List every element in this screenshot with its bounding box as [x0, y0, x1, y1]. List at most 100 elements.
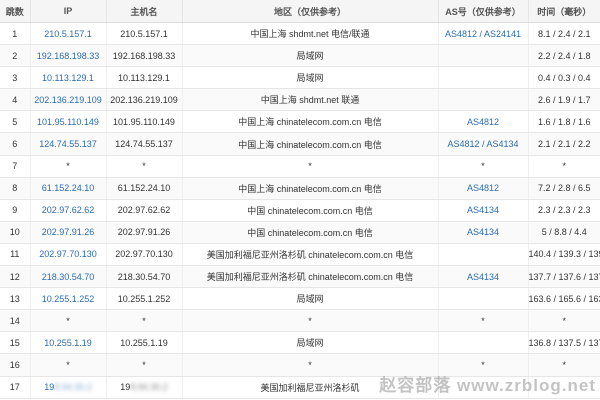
hop-cell: 2 — [0, 44, 31, 68]
asn-link[interactable]: AS4812 — [467, 117, 499, 127]
time-cell: 2.2 / 2.4 / 1.8 — [528, 44, 600, 68]
hop-cell: 4 — [0, 88, 31, 112]
header-asn: AS号（仅供参考） — [438, 0, 529, 23]
host-cell: 202.97.91.26 — [106, 221, 183, 244]
ip-link[interactable]: 202.97.62.62 — [30, 199, 107, 222]
asn-link[interactable]: AS4812 — [445, 29, 477, 39]
ip-link[interactable]: 124.74.55.137 — [30, 132, 107, 156]
asn-link: * — [481, 359, 485, 370]
host-cell: 192.168.198.33 — [106, 44, 183, 68]
region-cell: 中国上海 shdmt.net 联通 — [182, 88, 439, 112]
table-row: 1 210.5.157.1 210.5.157.1 中国上海 shdmt.net 电信… — [0, 22, 600, 46]
ip-link: * — [30, 309, 107, 333]
ip-link[interactable]: 61.152.24.10 — [30, 177, 107, 200]
ip-link[interactable]: 10.113.129.1 — [30, 66, 107, 90]
region-cell: 局域网 — [182, 287, 439, 311]
time-cell: 7.2 / 2.8 / 6.5 — [528, 177, 600, 200]
host-cell: 124.74.55.137 — [106, 132, 183, 156]
table-row: 10 202.97.91.26 202.97.91.26 中国 chinateleco… — [0, 221, 600, 244]
asn-cell — [438, 88, 529, 112]
header-ip: IP — [30, 0, 107, 23]
region-cell: 中国 chinatelecom.com.cn 电信 — [182, 221, 439, 244]
time-cell: 5 / 8.8 / 4.4 — [528, 221, 600, 244]
table-row: 14 * * * * * — [0, 309, 600, 333]
region-cell: 中国上海 shdmt.net 电信/联通 — [182, 22, 439, 46]
time-cell: * — [528, 309, 600, 333]
host-cell: 10.113.129.1 — [106, 66, 183, 90]
asn-link[interactable]: AS4134 — [467, 205, 499, 215]
header-host: 主机名 — [106, 0, 183, 23]
table-row: 4 202.136.219.109 202.136.219.109 中国上海 shdm… — [0, 88, 600, 112]
asn-cell: AS4134 — [438, 199, 529, 222]
time-cell: 140.4 / 139.3 / 139.4 — [528, 243, 600, 267]
asn-cell — [438, 331, 529, 355]
hop-cell: 14 — [0, 309, 31, 333]
asn-cell — [438, 44, 529, 68]
ip-link[interactable]: 202.97.70.130 — [30, 243, 107, 267]
region-cell: 美国加利福尼亚州洛杉矶 chinatelecom.com.cn 电信 — [182, 243, 439, 267]
asn-separator: / — [479, 139, 487, 150]
ip-link[interactable]: 101.95.110.149 — [30, 110, 107, 134]
table-row: 6 124.74.55.137 124.74.55.137 中国上海 chinatel… — [0, 132, 600, 156]
hop-cell: 7 — [0, 155, 31, 178]
table-row: 2 192.168.198.33 192.168.198.33 局域网 2.2 / 2.… — [0, 44, 600, 68]
host-cell: 202.97.62.62 — [106, 199, 183, 222]
asn-cell: AS4134 — [438, 265, 529, 289]
watermark: 赵容部落 www.zrblog.net — [379, 376, 596, 395]
time-cell: 163.6 / 165.6 / 163.7 — [528, 287, 600, 311]
asn-cell — [438, 287, 529, 311]
ip-link[interactable]: 10.255.1.19 — [30, 331, 107, 355]
host-cell: 202.97.70.130 — [106, 243, 183, 267]
hop-cell: 3 — [0, 66, 31, 90]
hop-cell: 17 — [0, 376, 31, 399]
region-cell: 局域网 — [182, 331, 439, 355]
ip-link[interactable]: 202.97.91.26 — [30, 221, 107, 244]
asn-link[interactable]: AS4134 — [467, 227, 499, 237]
asn-link[interactable]: AS4812 — [447, 139, 479, 149]
time-cell: 2.6 / 1.9 / 1.7 — [528, 88, 600, 112]
header-region: 地区（仅供参考） — [182, 0, 439, 23]
ip-link[interactable]: 192.168.198.33 — [30, 44, 107, 68]
asn-cell — [438, 66, 529, 90]
region-cell: 中国 chinatelecom.com.cn 电信 — [182, 199, 439, 222]
asn-cell: AS4134 — [438, 221, 529, 244]
ip-link[interactable]: 202.136.219.109 — [30, 88, 107, 112]
hop-cell: 1 — [0, 22, 31, 46]
region-cell: 中国上海 chinatelecom.com.cn 电信 — [182, 110, 439, 134]
ip-link[interactable]: 198.94.30.2 — [30, 376, 107, 399]
region-cell: 中国上海 chinatelecom.com.cn 电信 — [182, 177, 439, 200]
hop-cell: 6 — [0, 132, 31, 156]
table-row: 12 218.30.54.70 218.30.54.70 美国加利福尼亚州洛杉矶 ch… — [0, 265, 600, 289]
region-cell: * — [182, 155, 439, 178]
ip-link[interactable]: 10.255.1.252 — [30, 287, 107, 311]
host-cell: 202.136.219.109 — [106, 88, 183, 112]
hop-cell: 11 — [0, 243, 31, 267]
asn-cell: AS4812 — [438, 177, 529, 200]
table-row: 13 10.255.1.252 10.255.1.252 局域网 163.6 / 165… — [0, 287, 600, 311]
asn-cell: * — [438, 155, 529, 178]
hop-cell: 8 — [0, 177, 31, 200]
time-cell: 0.4 / 0.3 / 0.4 — [528, 66, 600, 90]
host-cell: 10.255.1.19 — [106, 331, 183, 355]
ip-link[interactable]: 210.5.157.1 — [30, 22, 107, 46]
time-cell: 2.3 / 2.3 / 2.3 — [528, 199, 600, 222]
table-header: 跳数 IP 主机名 地区（仅供参考） AS号（仅供参考） 时间（毫秒） — [0, 0, 600, 23]
asn-link[interactable]: AS4812 — [467, 183, 499, 193]
ip-link[interactable]: 218.30.54.70 — [30, 265, 107, 289]
asn-cell: AS4812 / AS24141 — [438, 22, 529, 46]
hop-cell: 15 — [0, 331, 31, 355]
asn-link[interactable]: AS24141 — [484, 29, 521, 39]
host-cell: 10.255.1.252 — [106, 287, 183, 311]
host-cell: 218.30.54.70 — [106, 265, 183, 289]
ip-link: * — [30, 155, 107, 178]
asn-cell: AS4812 — [438, 110, 529, 134]
asn-link[interactable]: AS4134 — [487, 139, 519, 149]
header-hop: 跳数 — [0, 0, 31, 23]
host-cell: * — [106, 353, 183, 377]
table-row: 8 61.152.24.10 61.152.24.10 中国上海 chinatelec… — [0, 177, 600, 200]
hop-cell: 9 — [0, 199, 31, 222]
region-cell: 中国上海 chinatelecom.com.cn 电信 — [182, 132, 439, 156]
asn-link[interactable]: AS4134 — [467, 272, 499, 282]
host-cell: 61.152.24.10 — [106, 177, 183, 200]
header-time: 时间（毫秒） — [528, 0, 600, 23]
